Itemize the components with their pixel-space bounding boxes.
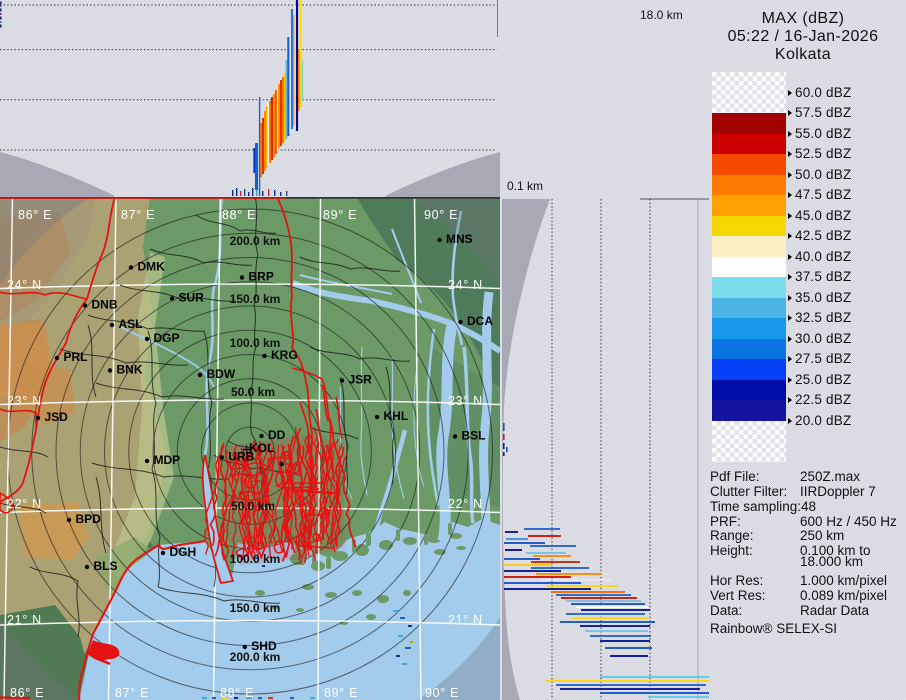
svg-text:150.0 km: 150.0 km: [230, 292, 281, 306]
svg-text:24° N: 24° N: [448, 278, 483, 292]
svg-text:22° N: 22° N: [7, 497, 42, 511]
svg-text:DD: DD: [268, 428, 286, 442]
svg-text:BNK: BNK: [117, 363, 143, 377]
svg-text:DGP: DGP: [154, 331, 180, 345]
svg-text:86° E: 86° E: [10, 686, 44, 700]
svg-text:BLS: BLS: [94, 559, 118, 573]
svg-text:90° E: 90° E: [425, 686, 459, 700]
svg-text:MDP: MDP: [154, 453, 181, 467]
svg-text:BPD: BPD: [76, 512, 102, 526]
svg-text:21° N: 21° N: [448, 613, 483, 627]
svg-text:24° N: 24° N: [7, 278, 42, 292]
svg-text:DCA: DCA: [467, 314, 493, 328]
svg-text:DMK: DMK: [138, 260, 166, 274]
svg-text:DGH: DGH: [170, 545, 197, 559]
svg-text:86° E: 86° E: [18, 208, 52, 222]
svg-text:KOL: KOL: [249, 441, 274, 455]
svg-text:88° E: 88° E: [220, 686, 254, 700]
svg-text:BDW: BDW: [207, 367, 236, 381]
svg-text:ASL: ASL: [119, 317, 143, 331]
svg-text:SHD: SHD: [251, 639, 277, 653]
svg-text:KRG: KRG: [271, 348, 298, 362]
svg-text:KHL: KHL: [384, 409, 409, 423]
svg-text:JSR: JSR: [349, 373, 373, 387]
svg-text:50.0 km: 50.0 km: [231, 499, 275, 513]
svg-text:23° N: 23° N: [448, 394, 483, 408]
svg-text:MNS: MNS: [446, 232, 473, 246]
svg-text:87° E: 87° E: [121, 208, 155, 222]
svg-text:88° E: 88° E: [222, 208, 256, 222]
svg-text:150.0 km: 150.0 km: [230, 601, 281, 615]
svg-text:SUR: SUR: [179, 291, 205, 305]
svg-text:23° N: 23° N: [7, 394, 42, 408]
svg-text:90° E: 90° E: [424, 208, 458, 222]
svg-text:PRL: PRL: [64, 350, 88, 364]
svg-text:89° E: 89° E: [323, 208, 357, 222]
svg-text:JSD: JSD: [45, 410, 69, 424]
svg-text:21° N: 21° N: [7, 613, 42, 627]
svg-text:200.0 km: 200.0 km: [230, 234, 281, 248]
svg-text:BRP: BRP: [249, 270, 274, 284]
svg-text:100.0 km: 100.0 km: [230, 552, 281, 566]
svg-text:22° N: 22° N: [448, 497, 483, 511]
svg-text:DNB: DNB: [92, 298, 118, 312]
svg-text:89° E: 89° E: [324, 686, 358, 700]
svg-text:50.0 km: 50.0 km: [231, 385, 275, 399]
svg-text:87° E: 87° E: [115, 686, 149, 700]
svg-text:BSL: BSL: [462, 429, 486, 443]
